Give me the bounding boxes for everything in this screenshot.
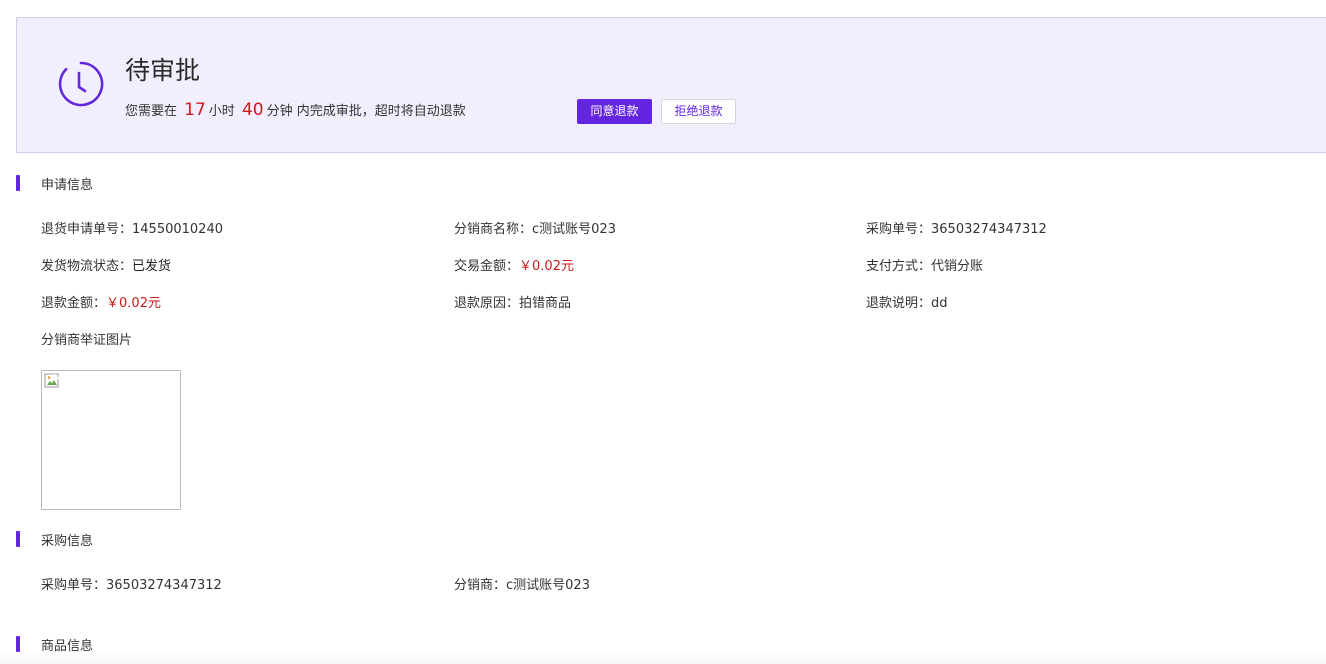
transaction-amount-field: 交易金额：￥0.02元 <box>454 258 574 276</box>
field-value: 14550010240 <box>132 222 223 237</box>
field-label: 交易金额： <box>454 259 520 274</box>
page-title: 待审批 <box>125 56 201 85</box>
apply-info-header: 申请信息 <box>16 174 94 193</box>
shipping-status-field: 发货物流状态：已发货 <box>41 258 171 276</box>
field-label: 退款说明： <box>866 296 932 311</box>
field-label: 退款原因： <box>454 296 520 311</box>
approval-deadline-text: 您需要在 17 小时 40 分钟 内完成审批，超时将自动退款 <box>125 96 466 126</box>
distributor-name-field: 分销商名称：c测试账号023 <box>454 221 616 239</box>
field-value: ￥0.02元 <box>519 259 574 274</box>
field-value: c测试账号023 <box>532 222 616 237</box>
agree-refund-button[interactable]: 同意退款 <box>577 99 652 124</box>
product-info-header: 商品信息 <box>16 635 94 654</box>
field-value: 36503274347312 <box>106 578 222 593</box>
return-request-no-field: 退货申请单号：14550010240 <box>41 221 223 239</box>
section-title: 商品信息 <box>41 638 94 654</box>
purchase-order-no-field: 采购单号：36503274347312 <box>866 221 1047 239</box>
field-value: 已发货 <box>132 259 172 274</box>
refund-note-field: 退款说明：dd <box>866 295 948 313</box>
deadline-suffix: 内完成审批，超时将自动退款 <box>296 104 466 119</box>
section-marker <box>16 636 20 652</box>
pending-approval-banner: 待审批 您需要在 17 小时 40 分钟 内完成审批，超时将自动退款 同意退款 拒绝… <box>16 17 1326 153</box>
refund-reason-field: 退款原因：拍错商品 <box>454 295 571 313</box>
bottom-fade <box>0 650 1326 664</box>
field-label: 采购单号： <box>41 578 107 593</box>
evidence-images-label: 分销商举证图片 <box>41 333 133 348</box>
field-value: 拍错商品 <box>519 296 572 311</box>
deadline-prefix: 您需要在 <box>125 104 178 119</box>
field-label: 分销商名称： <box>454 222 533 237</box>
refund-amount-field: 退款金额：￥0.02元 <box>41 295 161 313</box>
distributor-field: 分销商：c测试账号023 <box>454 577 590 595</box>
field-label: 支付方式： <box>866 259 932 274</box>
clock-icon <box>58 61 104 107</box>
field-value: 代销分账 <box>931 259 984 274</box>
field-label: 分销商： <box>454 578 507 593</box>
field-value: ￥0.02元 <box>106 296 161 311</box>
purchase-info-header: 采购信息 <box>16 530 94 549</box>
field-value: dd <box>931 296 948 311</box>
field-label: 采购单号： <box>866 222 932 237</box>
field-value: 36503274347312 <box>931 222 1047 237</box>
reject-refund-button[interactable]: 拒绝退款 <box>661 99 736 124</box>
field-label: 发货物流状态： <box>41 259 133 274</box>
section-marker <box>16 175 20 191</box>
purchase-order-field: 采购单号：36503274347312 <box>41 577 222 595</box>
broken-image-icon <box>44 373 60 388</box>
section-title: 采购信息 <box>41 533 94 549</box>
refund-approval-page: 待审批 您需要在 17 小时 40 分钟 内完成审批，超时将自动退款 同意退款 拒绝… <box>0 0 1326 664</box>
field-label: 退货申请单号： <box>41 222 133 237</box>
section-marker <box>16 531 20 547</box>
field-label: 退款金额： <box>41 296 107 311</box>
deadline-minutes: 40 <box>241 100 264 120</box>
evidence-image[interactable] <box>41 370 181 510</box>
deadline-hours-unit: 小时 <box>208 104 235 119</box>
field-value: c测试账号023 <box>506 578 590 593</box>
deadline-hours: 17 <box>184 100 206 120</box>
deadline-minutes-unit: 分钟 <box>266 104 293 119</box>
section-title: 申请信息 <box>41 177 94 193</box>
payment-method-field: 支付方式：代销分账 <box>866 258 983 276</box>
